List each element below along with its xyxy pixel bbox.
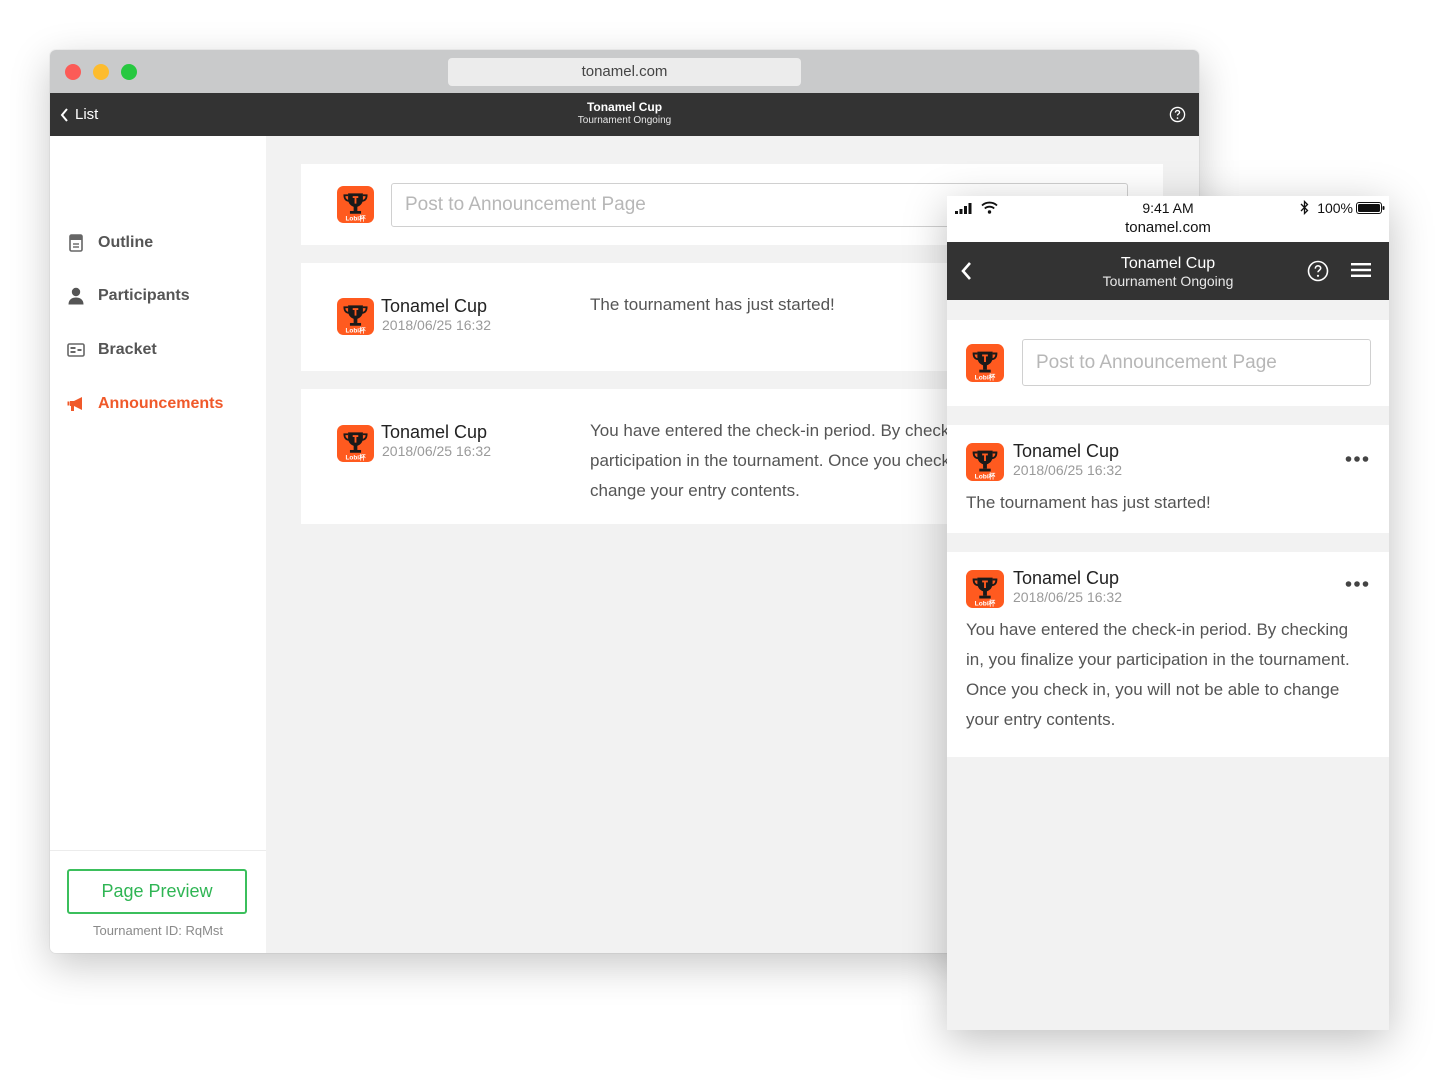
sidebar-item-outline[interactable]: Outline [66,231,153,255]
person-icon [66,286,86,306]
maximize-window-button[interactable] [121,64,137,80]
sidebar-item-announcements[interactable]: Announcements [66,392,223,416]
sidebar-item-bracket[interactable]: Bracket [66,338,157,362]
announcement-text: You have entered the check-in period. By… [966,620,1350,729]
announcement-author: Tonamel Cup [381,296,488,316]
mobile-announcement-post-input[interactable]: Post to Announcement Page [1022,339,1371,386]
page-preview-button[interactable]: Page Preview [67,869,247,914]
sidebar-item-label: Outline [98,234,154,251]
battery-percent: 100% [1317,200,1353,216]
battery-icon [1356,202,1385,214]
header-title-block: Tonamel Cup Tournament Ongoing [50,100,1199,127]
minimize-window-button[interactable] [93,64,109,80]
address-bar[interactable]: tonamel.com [448,58,801,86]
mobile-status-bar: 9:41 AM tonamel.com 100% [947,196,1389,242]
lobi-cup-logo-icon [337,298,374,335]
bluetooth-icon [1300,200,1309,215]
sidebar-footer: Page Preview Tournament ID: RqMst [50,850,266,953]
browser-titlebar: tonamel.com [50,50,1199,93]
announcement-author: Tonamel Cup [381,422,488,442]
document-icon [66,233,86,253]
mobile-post-composer: Post to Announcement Page [947,320,1389,406]
chevron-left-icon [60,107,68,122]
mobile-announcement-card: Tonamel Cup 2018/06/25 16:32 You have en… [947,552,1389,757]
tournament-id: Tournament ID: RqMst [92,923,224,938]
lobi-cup-logo-icon [337,425,374,462]
lobi-cup-logo-icon [337,186,374,223]
announcement-date: 2018/06/25 16:32 [1013,589,1122,605]
announcement-date: 2018/06/25 16:32 [1013,462,1122,478]
lobi-cup-logo-icon [966,344,1004,382]
help-icon[interactable] [1307,260,1329,282]
close-window-button[interactable] [65,64,81,80]
lobi-cup-logo-icon [966,443,1004,481]
more-options-icon[interactable] [1345,455,1369,463]
back-label: List [75,106,99,123]
hamburger-menu-icon[interactable] [1351,262,1371,278]
announcement-author: Tonamel Cup [1013,441,1120,461]
app-header: List Tonamel Cup Tournament Ongoing [50,93,1199,136]
megaphone-icon [66,394,86,414]
announcement-date: 2018/06/25 16:32 [382,443,491,459]
sidebar-item-label: Announcements [98,395,224,412]
announcement-author: Tonamel Cup [1013,568,1120,588]
sidebar-item-participants[interactable]: Participants [66,284,190,308]
mobile-announcement-card: Tonamel Cup 2018/06/25 16:32 The tournam… [947,425,1389,533]
chevron-left-icon[interactable] [959,260,973,282]
help-icon[interactable] [1169,106,1186,123]
mobile-preview: 9:41 AM tonamel.com 100% Tonamel Cup Tou… [947,196,1389,1030]
tournament-status: Tournament Ongoing [577,115,672,126]
bracket-icon [66,340,86,360]
back-to-list-button[interactable]: List [60,93,98,136]
mobile-app-header: Tonamel Cup Tournament Ongoing [947,242,1389,300]
page-title: Tonamel Cup [586,100,663,114]
sidebar: Outline Participants Bracket Announcemen… [50,136,266,953]
announcement-text: The tournament has just started! [966,493,1211,512]
mobile-address[interactable]: tonamel.com [947,219,1389,236]
more-options-icon[interactable] [1345,580,1369,588]
sidebar-item-label: Bracket [98,341,157,358]
sidebar-item-label: Participants [98,287,190,304]
lobi-cup-logo-icon [966,570,1004,608]
announcement-date: 2018/06/25 16:32 [382,317,491,333]
